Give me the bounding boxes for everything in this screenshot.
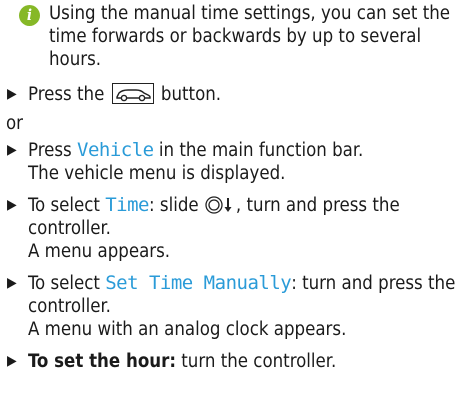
bullet-arrow-icon: ▶ [7,197,17,213]
step-select-time: ▶ To select Time: slide , turn and press… [6,194,461,263]
info-note: i Using the manual time settings, you ca… [6,2,461,71]
menu-item-set-time-manually: Set Time Manually [105,272,292,294]
bullet-arrow-icon: ▶ [7,142,17,158]
step-result: The vehicle menu is displayed. [28,163,286,184]
step-text: To select [28,273,106,294]
step-press-vehicle-button: ▶ Press the button. [6,83,461,106]
controller-slide-down-icon [204,196,236,214]
step-text: turn the controller. [175,351,337,372]
or-separator: or [6,113,24,134]
step-text: Press the [28,84,110,105]
step-press-vehicle-menu: ▶ Press Vehicle in the main function bar… [6,139,461,185]
step-text: button. [155,84,222,105]
step-set-hour: ▶ To set the hour: turn the controller. [6,350,461,373]
bullet-arrow-icon: ▶ [7,275,17,291]
step-result: A menu appears. [28,241,171,262]
bullet-arrow-icon: ▶ [7,86,17,102]
step-select-set-time-manually: ▶ To select Set Time Manually: turn and … [6,272,461,341]
step-text: : slide [149,195,204,216]
menu-item-time: Time [105,194,149,216]
vehicle-button-icon [111,83,154,104]
step-heading: To set the hour: [28,351,176,372]
step-result: A menu with an analog clock appears. [28,319,347,340]
bullet-arrow-icon: ▶ [7,353,17,369]
info-icon: i [19,5,40,26]
step-text: Press [28,140,78,161]
step-text: in the main function bar. [153,140,364,161]
info-note-text: Using the manual time settings, you can … [49,3,451,70]
manual-page: i Using the manual time settings, you ca… [6,2,461,373]
menu-item-vehicle: Vehicle [77,139,154,161]
step-text: To select [28,195,106,216]
